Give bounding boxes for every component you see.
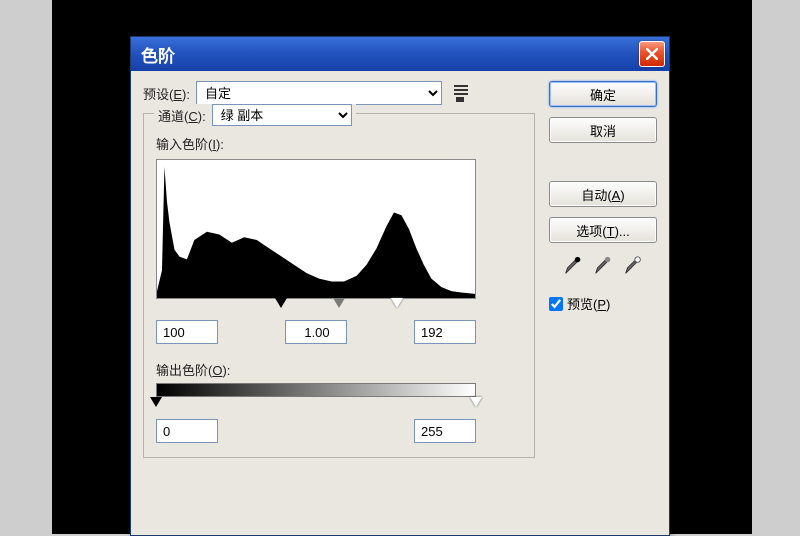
input-slider-track[interactable]: [156, 298, 476, 312]
preview-label: 预览(P): [567, 294, 610, 313]
levels-dialog: 色阶 预设(E): 自定 通道(C): 绿 副本: [130, 36, 670, 536]
input-white-slider[interactable]: [391, 298, 403, 308]
levels-fieldset: 通道(C): 绿 副本 输入色阶(I):: [143, 113, 535, 458]
input-gamma-slider[interactable]: [333, 298, 345, 308]
channel-select[interactable]: 绿 副本: [212, 104, 352, 126]
output-slider-track[interactable]: [156, 397, 476, 411]
preview-checkbox-row[interactable]: 预览(P): [549, 294, 657, 313]
close-button[interactable]: [639, 41, 665, 67]
titlebar: 色阶: [131, 37, 669, 71]
input-gamma-field[interactable]: [285, 320, 347, 344]
preview-checkbox[interactable]: [549, 297, 563, 311]
output-white-slider[interactable]: [470, 397, 482, 407]
output-gradient: [156, 383, 476, 397]
cancel-button[interactable]: 取消: [549, 117, 657, 143]
histogram: [156, 159, 476, 299]
options-button[interactable]: 选项(T)...: [549, 217, 657, 243]
preset-menu-icon[interactable]: [454, 84, 472, 102]
eyedropper-white-icon[interactable]: [622, 255, 644, 280]
close-icon: [646, 48, 658, 60]
eyedropper-gray-icon[interactable]: [592, 255, 614, 280]
input-black-field[interactable]: [156, 320, 218, 344]
dialog-title: 色阶: [141, 42, 175, 67]
preset-select[interactable]: 自定: [196, 81, 442, 105]
output-black-field[interactable]: [156, 419, 218, 443]
ok-button[interactable]: 确定: [549, 81, 657, 107]
eyedropper-black-icon[interactable]: [562, 255, 584, 280]
output-levels-label: 输出色阶(O):: [156, 360, 522, 379]
input-values-row: [156, 320, 476, 344]
preset-row: 预设(E): 自定: [143, 81, 535, 105]
input-levels-label: 输入色阶(I):: [156, 134, 522, 153]
output-black-slider[interactable]: [150, 397, 162, 407]
channel-label: 通道(C):: [158, 106, 206, 125]
input-black-slider[interactable]: [275, 298, 287, 308]
eyedropper-row: [549, 255, 657, 280]
output-values-row: [156, 419, 476, 443]
preset-label: 预设(E):: [143, 84, 190, 103]
input-white-field[interactable]: [414, 320, 476, 344]
auto-button[interactable]: 自动(A): [549, 181, 657, 207]
histogram-svg: [157, 160, 475, 298]
output-white-field[interactable]: [414, 419, 476, 443]
channel-row: 通道(C): 绿 副本: [154, 104, 356, 126]
